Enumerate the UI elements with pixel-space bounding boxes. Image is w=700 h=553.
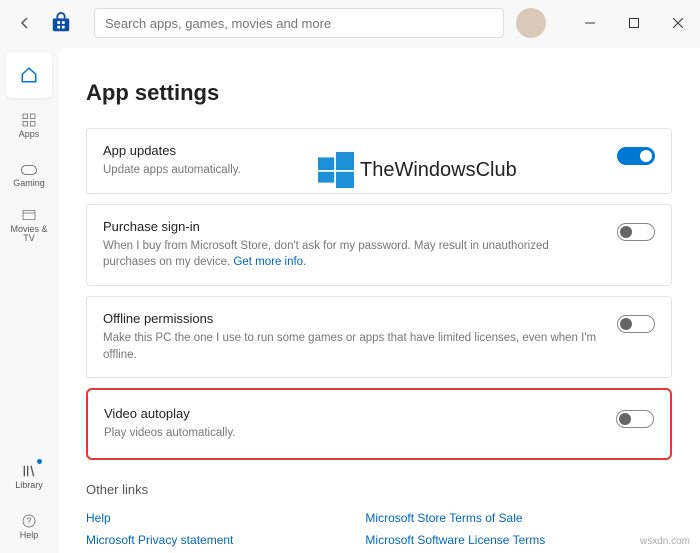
watermark-logo-icon — [318, 152, 354, 188]
movies-icon — [21, 207, 37, 223]
credit-text: wsxdn.com — [640, 536, 690, 547]
search-box — [94, 8, 504, 38]
apps-icon — [21, 112, 37, 128]
minimize-icon — [585, 18, 595, 28]
user-avatar[interactable] — [516, 8, 546, 38]
back-button[interactable] — [8, 6, 42, 40]
page-title: App settings — [86, 80, 672, 106]
sidebar-label: Help — [20, 531, 39, 540]
svg-text:?: ? — [27, 516, 32, 525]
sidebar: Apps Gaming Movies & TV Library ? Help — [0, 46, 58, 553]
toggle-knob-icon — [620, 226, 632, 238]
link-privacy[interactable]: Microsoft Privacy statement — [86, 533, 245, 547]
setting-text: Purchase sign-in When I buy from Microso… — [103, 219, 601, 271]
sidebar-item-gaming[interactable]: Gaming — [6, 152, 52, 198]
setting-purchase-signin: Purchase sign-in When I buy from Microso… — [86, 204, 672, 286]
setting-offline-permissions: Offline permissions Make this PC the one… — [86, 296, 672, 378]
setting-desc: Make this PC the one I use to run some g… — [103, 330, 601, 363]
toggle-app-updates[interactable] — [617, 147, 655, 165]
sidebar-item-home[interactable] — [6, 52, 52, 98]
content-area: TheWindowsClub App settings App updates … — [58, 48, 700, 553]
sidebar-label: Apps — [19, 130, 40, 139]
maximize-icon — [629, 18, 639, 28]
toggle-offline-permissions[interactable] — [617, 315, 655, 333]
setting-video-autoplay: Video autoplay Play videos automatically… — [86, 388, 672, 460]
sidebar-item-movies[interactable]: Movies & TV — [6, 202, 52, 248]
sidebar-label: Library — [15, 481, 43, 490]
close-icon — [673, 18, 683, 28]
setting-desc: Play videos automatically. — [104, 425, 600, 442]
get-more-info-link[interactable]: Get more info. — [233, 256, 306, 268]
link-terms-of-sale[interactable]: Microsoft Store Terms of Sale — [365, 511, 545, 525]
sidebar-item-apps[interactable]: Apps — [6, 102, 52, 148]
watermark: TheWindowsClub — [318, 152, 517, 188]
maximize-button[interactable] — [612, 6, 656, 40]
sidebar-item-help[interactable]: ? Help — [6, 503, 52, 549]
link-license-terms[interactable]: Microsoft Software License Terms — [365, 533, 545, 547]
setting-desc: When I buy from Microsoft Store, don't a… — [103, 238, 601, 271]
setting-text: Offline permissions Make this PC the one… — [103, 311, 601, 363]
close-button[interactable] — [656, 6, 700, 40]
search-input[interactable] — [94, 8, 504, 38]
window: Apps Gaming Movies & TV Library ? Help — [0, 0, 700, 553]
toggle-knob-icon — [620, 318, 632, 330]
body: Apps Gaming Movies & TV Library ? Help — [0, 46, 700, 553]
notification-dot-icon — [37, 459, 42, 464]
toggle-video-autoplay[interactable] — [616, 410, 654, 428]
other-links-grid: Help Microsoft Privacy statement Microso… — [86, 511, 672, 553]
titlebar — [0, 0, 700, 46]
toggle-knob-icon — [640, 150, 652, 162]
window-controls — [568, 6, 700, 40]
watermark-text: TheWindowsClub — [360, 159, 517, 182]
back-arrow-icon — [17, 15, 33, 31]
links-column-2: Microsoft Store Terms of Sale Microsoft … — [365, 511, 545, 553]
library-icon — [21, 463, 37, 479]
sidebar-label: Movies & TV — [6, 225, 52, 243]
setting-title: Video autoplay — [104, 406, 600, 421]
gaming-icon — [20, 163, 38, 177]
sidebar-item-library[interactable]: Library — [6, 453, 52, 499]
setting-title: Offline permissions — [103, 311, 601, 326]
help-icon: ? — [21, 513, 37, 529]
home-icon — [20, 66, 38, 84]
sidebar-label: Gaming — [13, 179, 45, 188]
toggle-knob-icon — [619, 413, 631, 425]
links-column-1: Help Microsoft Privacy statement Microso… — [86, 511, 245, 553]
minimize-button[interactable] — [568, 6, 612, 40]
other-links-title: Other links — [86, 482, 672, 497]
link-help[interactable]: Help — [86, 511, 245, 525]
setting-title: Purchase sign-in — [103, 219, 601, 234]
setting-text: Video autoplay Play videos automatically… — [104, 406, 600, 442]
setting-desc-text: When I buy from Microsoft Store, don't a… — [103, 240, 549, 269]
toggle-purchase-signin[interactable] — [617, 223, 655, 241]
store-logo-icon — [46, 8, 76, 38]
